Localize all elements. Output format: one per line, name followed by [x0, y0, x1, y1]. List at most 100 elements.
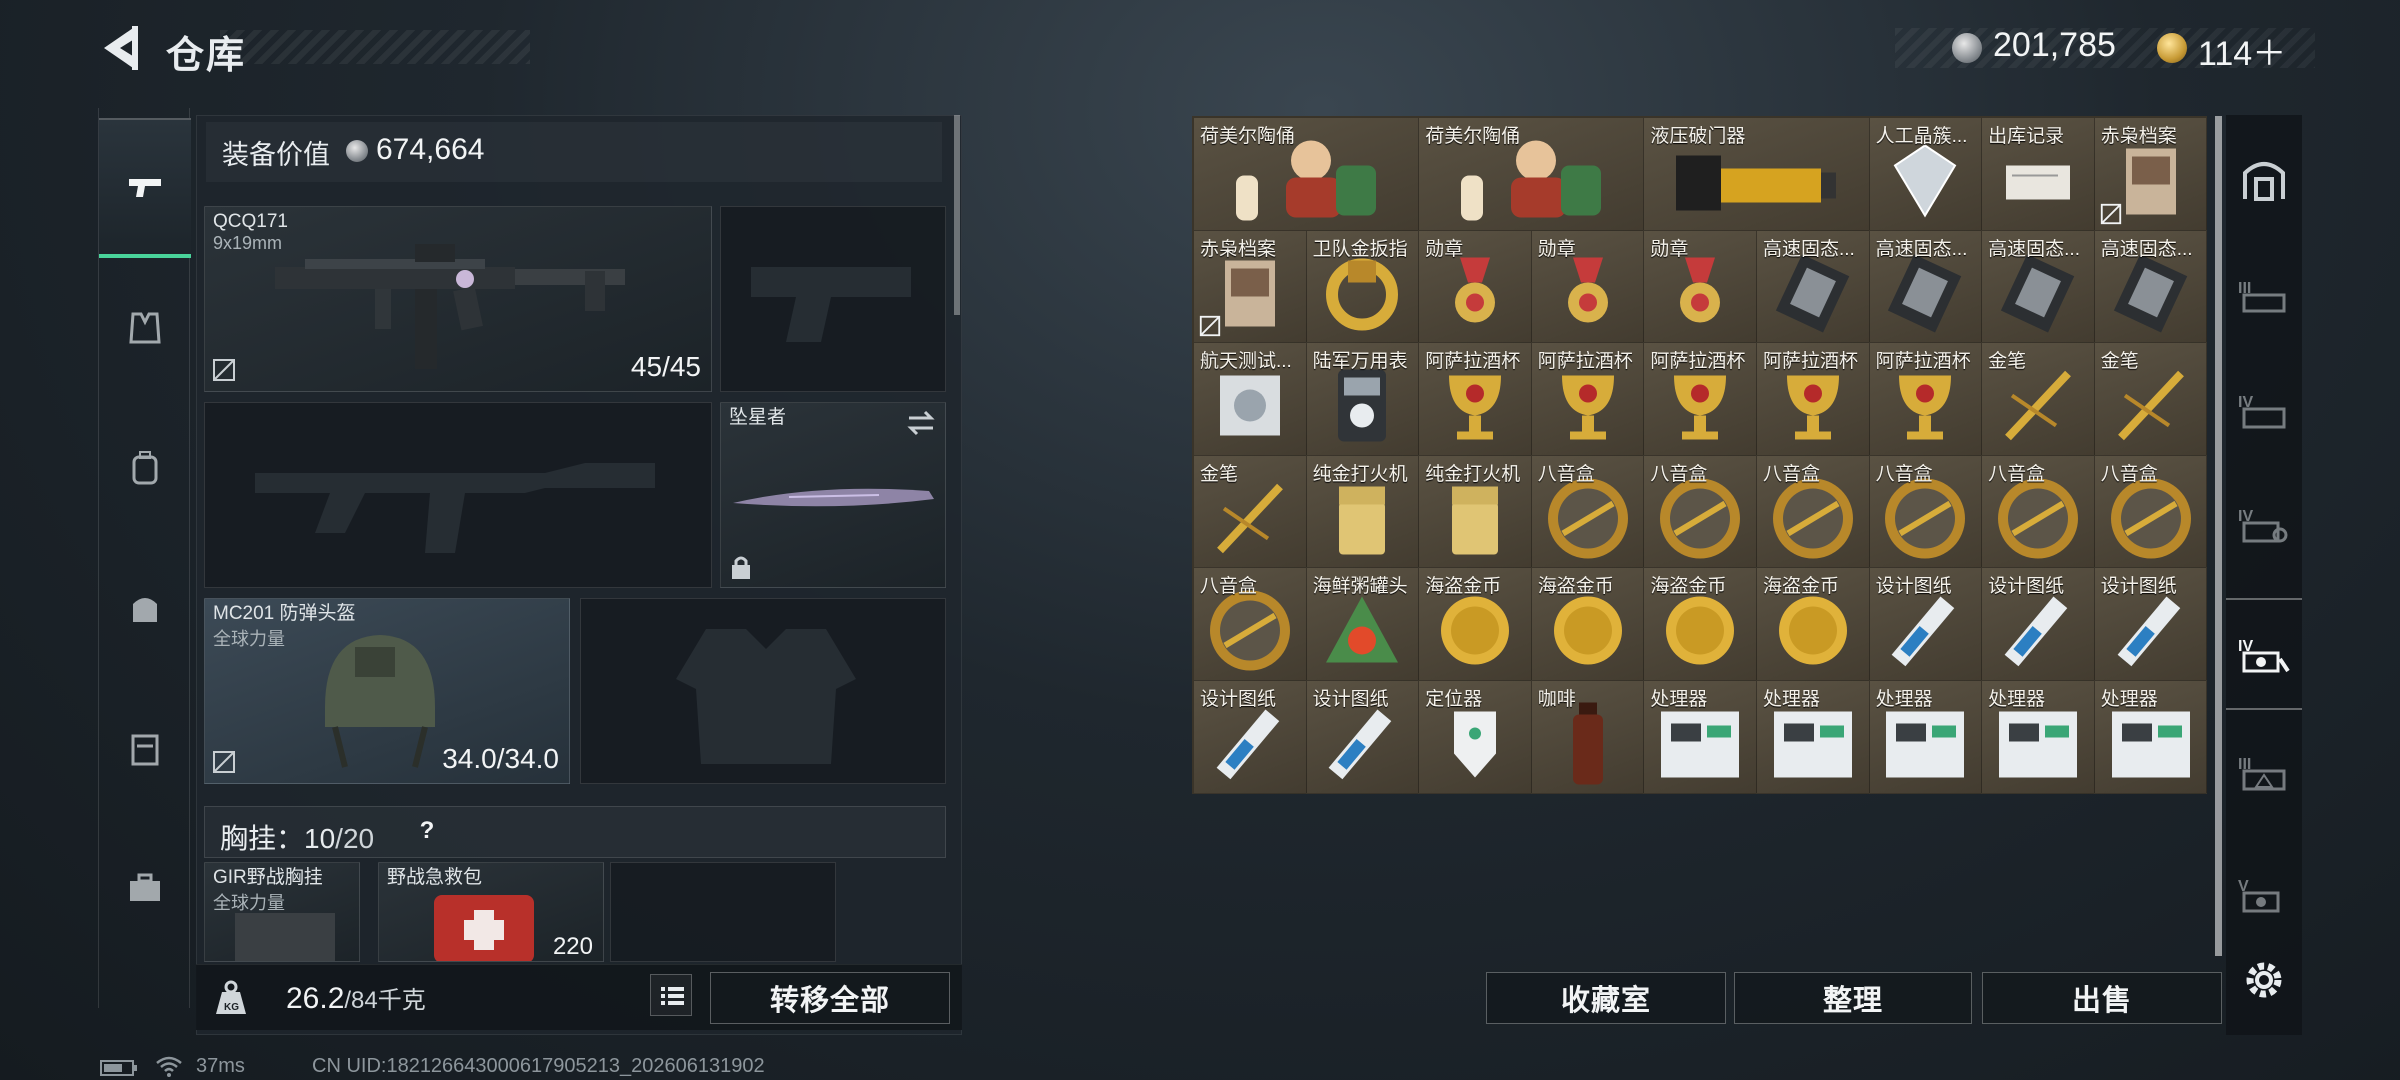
- stash-item[interactable]: 赤枭档案: [2094, 118, 2208, 231]
- list-view-button[interactable]: [650, 974, 692, 1016]
- stash-item[interactable]: 海盗金币: [1756, 568, 1870, 681]
- crystal-icon: [1885, 140, 1965, 225]
- smg-icon: [275, 244, 625, 369]
- stash-item[interactable]: 高速固态...: [1982, 230, 2095, 344]
- melee-slot[interactable]: 坠星者: [720, 402, 946, 588]
- stash-item[interactable]: 阿萨拉酒杯: [1869, 343, 1983, 456]
- secondary-weapon-slot-empty[interactable]: [204, 402, 712, 588]
- stash-item[interactable]: 液压破门器: [1644, 118, 1870, 231]
- stash-item[interactable]: 高速固态...: [1869, 230, 1983, 344]
- stash-item[interactable]: 设计图纸: [2094, 568, 2208, 681]
- stash-item[interactable]: 赤枭档案: [1194, 230, 1307, 344]
- lighter-icon: [1440, 478, 1510, 563]
- stash-item[interactable]: 阿萨拉酒杯: [1756, 343, 1870, 456]
- equipment-value: 674,664: [376, 133, 485, 166]
- stash-item[interactable]: 处理器: [1982, 680, 2095, 794]
- stash-item[interactable]: 荷美尔陶俑: [1194, 118, 1420, 231]
- stash-scrollbar[interactable]: [2215, 116, 2222, 956]
- stash-item[interactable]: 处理器: [1869, 680, 1983, 794]
- stash-item[interactable]: 高速固态...: [1756, 230, 1870, 344]
- stash-item[interactable]: 处理器: [1756, 680, 1870, 794]
- medkit-slot[interactable]: 野战急救包 220: [378, 862, 604, 962]
- tab-stash-page-4-active[interactable]: IV: [2226, 598, 2302, 710]
- stash-item[interactable]: 八音盒: [1644, 455, 1757, 569]
- stash-item[interactable]: 海鲜粥罐头: [1306, 568, 1420, 681]
- stash-item[interactable]: 金笔: [1194, 455, 1307, 569]
- stash-item[interactable]: 人工晶簇...: [1869, 118, 1983, 231]
- stash-item[interactable]: 处理器: [2094, 680, 2208, 794]
- stash-item[interactable]: 陆军万用表: [1306, 343, 1420, 456]
- ping-text: 37ms: [196, 1055, 245, 1077]
- stash-item[interactable]: 阿萨拉酒杯: [1531, 343, 1645, 456]
- stash-item[interactable]: 设计图纸: [1194, 680, 1307, 794]
- stash-item[interactable]: 出库记录: [1982, 118, 2095, 231]
- chest-rig-icon: [235, 913, 335, 961]
- tab-stash-page-3[interactable]: III: [2226, 240, 2302, 352]
- stash-item[interactable]: 阿萨拉酒杯: [1419, 343, 1532, 456]
- stash-item[interactable]: 金笔: [2094, 343, 2208, 456]
- stash-item[interactable]: 纯金打火机: [1419, 455, 1532, 569]
- no-insurance-icon: [213, 359, 235, 381]
- pistol-slot-empty[interactable]: [720, 206, 946, 392]
- stash-item[interactable]: 阿萨拉酒杯: [1644, 343, 1757, 456]
- tab-stash-page-3b[interactable]: III: [2226, 716, 2302, 828]
- stash-item[interactable]: 卫队金扳指: [1306, 230, 1420, 344]
- stash-item[interactable]: 八音盒: [1982, 455, 2095, 569]
- stash-item[interactable]: 荷美尔陶俑: [1419, 118, 1645, 231]
- stash-item[interactable]: 定位器: [1419, 680, 1532, 794]
- stash-item[interactable]: 海盗金币: [1644, 568, 1757, 681]
- stash-item[interactable]: 勋章: [1531, 230, 1645, 344]
- tab-stash-page-4[interactable]: IV: [2226, 354, 2302, 466]
- sell-button[interactable]: 出售: [1982, 972, 2222, 1024]
- stash-item[interactable]: 高速固态...: [2094, 230, 2208, 344]
- tab-case[interactable]: [99, 678, 191, 818]
- empty-pocket-slot[interactable]: [610, 862, 836, 962]
- stash-item[interactable]: 金笔: [1982, 343, 2095, 456]
- stash-item[interactable]: 设计图纸: [1306, 680, 1420, 794]
- tab-stash-page-5[interactable]: V: [2226, 838, 2302, 950]
- locator-icon: [1440, 703, 1510, 788]
- tab-bag[interactable]: [99, 538, 191, 678]
- body-armor-slot-empty[interactable]: [580, 598, 946, 784]
- tab-weapons[interactable]: [99, 118, 191, 258]
- transfer-all-button[interactable]: 转移全部: [710, 972, 950, 1024]
- chest-rig-slot[interactable]: GIR野战胸挂 全球力量: [204, 862, 360, 962]
- tab-toolbox[interactable]: [99, 818, 191, 958]
- stash-item[interactable]: 设计图纸: [1982, 568, 2095, 681]
- helmet-icon: [325, 635, 435, 768]
- tab-backpack[interactable]: [99, 398, 191, 538]
- stash-item[interactable]: 处理器: [1644, 680, 1757, 794]
- stash-item[interactable]: 勋章: [1644, 230, 1757, 344]
- sort-button[interactable]: 整理: [1734, 972, 1972, 1024]
- music-box-icon: [1655, 473, 1745, 567]
- stash-item[interactable]: 八音盒: [1194, 568, 1307, 681]
- wifi-icon: [156, 1056, 182, 1077]
- primary-weapon-slot[interactable]: QCQ171 9x19mm 45/45: [204, 206, 712, 392]
- collection-room-button[interactable]: 收藏室: [1486, 972, 1726, 1024]
- stash-item[interactable]: 海盗金币: [1531, 568, 1645, 681]
- stash-item[interactable]: 八音盒: [1869, 455, 1983, 569]
- no-insurance-icon: [213, 751, 235, 773]
- back-arrow-icon[interactable]: [96, 22, 144, 74]
- stash-item-label: 勋章: [1650, 238, 1689, 260]
- stash-item[interactable]: 八音盒: [1531, 455, 1645, 569]
- tab-stash-home[interactable]: [2226, 122, 2302, 234]
- settings-button[interactable]: [2236, 952, 2292, 1008]
- stash-item[interactable]: 勋章: [1419, 230, 1532, 344]
- stash-item[interactable]: 八音盒: [2094, 455, 2208, 569]
- tab-armor-vest[interactable]: [99, 258, 191, 398]
- stash-item[interactable]: 咖啡: [1531, 680, 1645, 794]
- stash-item[interactable]: 纯金打火机: [1306, 455, 1420, 569]
- gold-currency-amount[interactable]: 114＋: [2198, 26, 2286, 75]
- equipment-scrollbar[interactable]: [954, 115, 960, 315]
- swap-icon[interactable]: [905, 409, 937, 437]
- tab-stash-page-4b[interactable]: IV: [2226, 468, 2302, 580]
- blueprint-icon: [1210, 703, 1290, 788]
- stash-page-3b-icon: III: [2238, 756, 2286, 791]
- stash-item[interactable]: 航天测试...: [1194, 343, 1307, 456]
- helmet-slot[interactable]: MC201 防弹头盔 全球力量 34.0/34.0: [204, 598, 570, 784]
- stash-item[interactable]: 设计图纸: [1869, 568, 1983, 681]
- stash-item[interactable]: 八音盒: [1756, 455, 1870, 569]
- help-icon[interactable]: ?: [412, 817, 442, 847]
- stash-item[interactable]: 海盗金币: [1419, 568, 1532, 681]
